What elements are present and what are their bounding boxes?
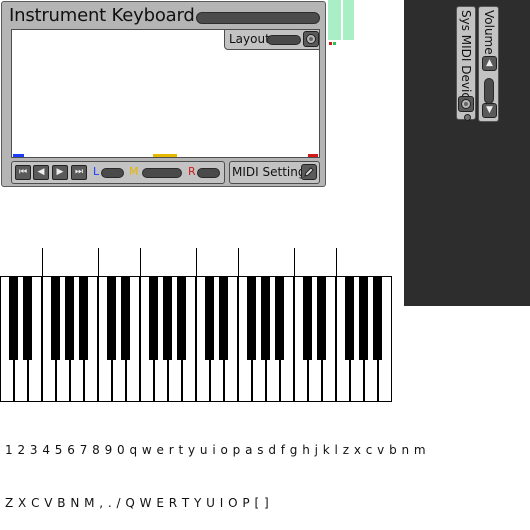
mint-dot-green <box>333 42 336 45</box>
knob-icon <box>461 99 471 109</box>
black-key[interactable] <box>219 276 228 360</box>
octave-divider <box>294 248 295 276</box>
black-key[interactable] <box>79 276 88 360</box>
black-key[interactable] <box>23 276 32 360</box>
layout-knob-button[interactable] <box>303 31 319 47</box>
piano-keyboard <box>0 248 392 403</box>
title-bar-slider[interactable] <box>196 12 320 24</box>
prev-button[interactable]: ◀ <box>33 165 49 180</box>
mint-dot-red <box>329 42 332 45</box>
volume-up-button[interactable]: ▲ <box>482 56 497 71</box>
status-dot <box>464 114 471 121</box>
midi-settings-button[interactable] <box>301 164 317 180</box>
rewind-button[interactable]: ⏮ <box>15 165 31 180</box>
right-channel-slider[interactable] <box>197 168 220 178</box>
instrument-keyboard-window: Instrument Keyboard Layout ⏮ ◀ ▶ ⏭ L M R… <box>1 1 326 187</box>
fast-forward-button[interactable]: ⏭ <box>71 165 87 180</box>
octave-divider <box>238 248 239 276</box>
prev-icon: ◀ <box>37 167 45 177</box>
right-channel-label: R <box>188 165 196 178</box>
layout-group: Layout <box>224 29 320 50</box>
black-key[interactable] <box>261 276 270 360</box>
black-key[interactable] <box>345 276 354 360</box>
black-key[interactable] <box>303 276 312 360</box>
middle-channel-slider[interactable] <box>142 168 182 178</box>
black-key[interactable] <box>317 276 326 360</box>
black-key[interactable] <box>205 276 214 360</box>
octave-divider <box>98 248 99 276</box>
black-key[interactable] <box>65 276 74 360</box>
window-title: Instrument Keyboard <box>9 5 195 26</box>
volume-slider[interactable] <box>484 78 494 104</box>
sys-midi-device-group: Sys MIDI Device <box>456 6 476 120</box>
midi-settings-group: MIDI Settings <box>229 161 320 184</box>
black-key[interactable] <box>275 276 284 360</box>
midi-settings-label: MIDI Settings <box>232 165 312 179</box>
rewind-icon: ⏮ <box>18 167 28 177</box>
black-key[interactable] <box>9 276 18 360</box>
octave-divider <box>42 248 43 276</box>
key-map-upper: Z X C V B N M , . / Q W E R T Y U I O P … <box>5 496 270 510</box>
middle-marker <box>153 154 177 157</box>
black-key[interactable] <box>177 276 186 360</box>
black-key[interactable] <box>51 276 60 360</box>
volume-down-button[interactable]: ▼ <box>482 103 497 118</box>
layout-selector[interactable] <box>267 35 301 45</box>
mint-block-right <box>343 0 354 40</box>
knob-icon <box>306 34 316 44</box>
pencil-icon <box>304 167 314 177</box>
black-key[interactable] <box>107 276 116 360</box>
up-arrow-icon: ▲ <box>486 58 493 68</box>
display-pane: Layout <box>11 29 320 158</box>
black-key[interactable] <box>373 276 382 360</box>
black-key[interactable] <box>163 276 172 360</box>
octave-divider <box>336 248 337 276</box>
right-marker <box>308 154 318 157</box>
left-channel-slider[interactable] <box>101 168 124 178</box>
transport-group: ⏮ ◀ ▶ ⏭ L M R <box>11 161 225 184</box>
layout-label: Layout <box>229 32 270 46</box>
black-key[interactable] <box>359 276 368 360</box>
volume-label: Volume <box>482 10 496 55</box>
next-button[interactable]: ▶ <box>52 165 68 180</box>
sys-midi-device-label: Sys MIDI Device <box>459 10 473 107</box>
black-key[interactable] <box>247 276 256 360</box>
down-arrow-icon: ▼ <box>486 105 493 115</box>
volume-group: Volume ▲ ▼ <box>478 6 499 122</box>
sys-midi-device-button[interactable] <box>458 96 474 112</box>
left-marker <box>13 154 24 157</box>
middle-channel-label: M <box>129 165 139 178</box>
mint-block-left <box>328 0 341 40</box>
fast-forward-icon: ⏭ <box>74 167 84 177</box>
left-channel-label: L <box>93 165 100 178</box>
octave-divider <box>196 248 197 276</box>
black-key[interactable] <box>149 276 158 360</box>
octave-divider <box>140 248 141 276</box>
black-key[interactable] <box>121 276 130 360</box>
key-map-lower: 1 2 3 4 5 6 7 8 9 0 q w e r t y u i o p … <box>5 443 427 457</box>
next-icon: ▶ <box>56 167 64 177</box>
